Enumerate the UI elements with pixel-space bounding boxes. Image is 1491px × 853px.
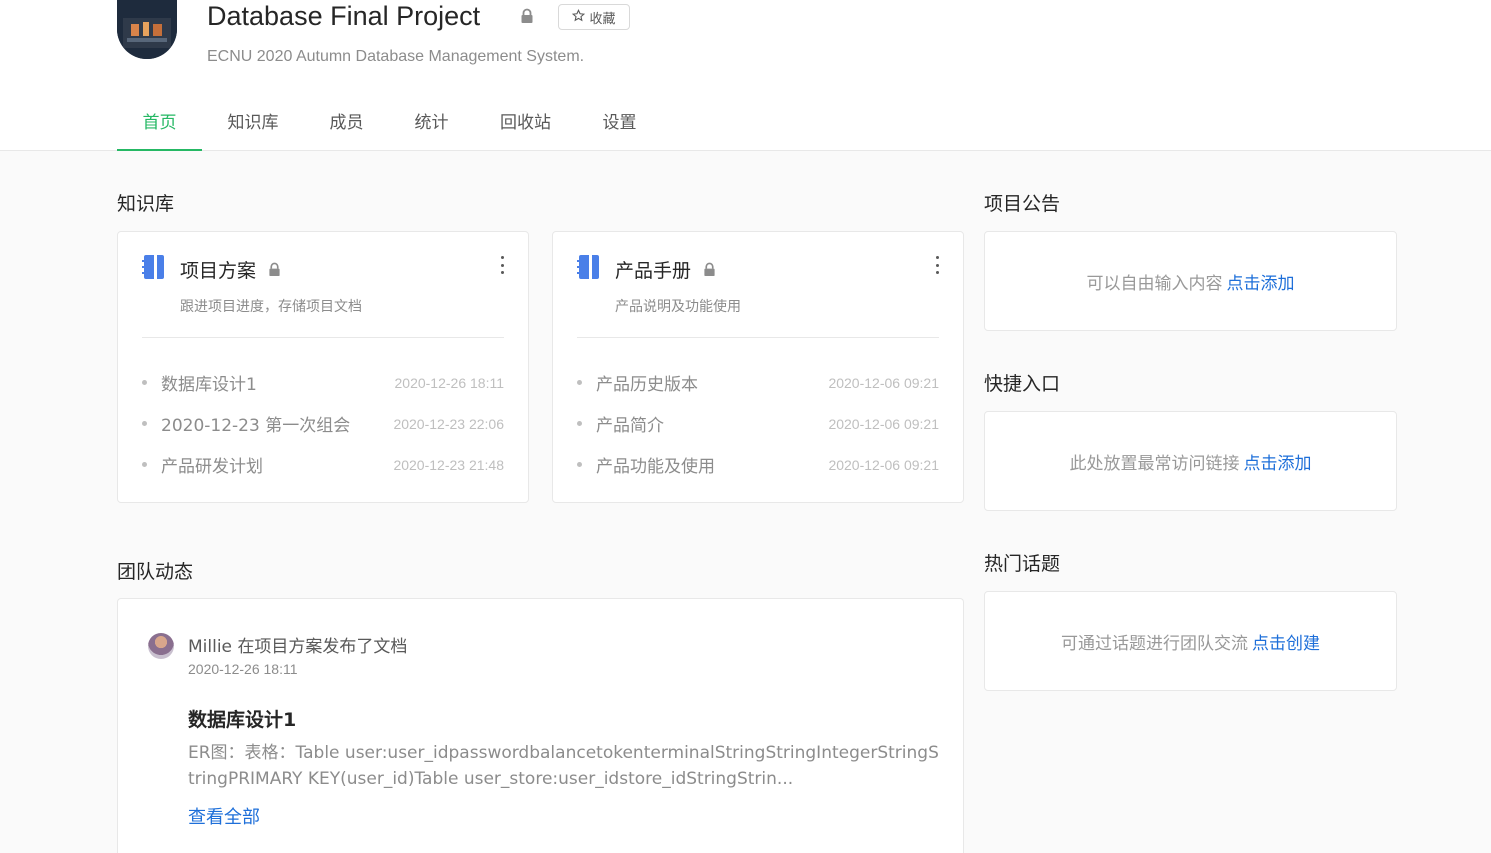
list-item[interactable]: 产品功能及使用 2020-12-06 09:21 bbox=[577, 444, 939, 485]
bullet-icon bbox=[577, 462, 582, 467]
topics-text: 可通过话题进行团队交流 bbox=[1061, 633, 1248, 654]
tab-home[interactable]: 首页 bbox=[117, 90, 202, 151]
activity-doc-title[interactable]: 数据库设计1 bbox=[188, 705, 296, 732]
tab-knowledge-base[interactable]: 知识库 bbox=[202, 90, 304, 151]
add-shortcut-link[interactable]: 点击添加 bbox=[1244, 449, 1312, 474]
more-options-icon[interactable] bbox=[933, 256, 941, 274]
book-icon bbox=[142, 254, 166, 284]
book-card[interactable]: 产品手册 产品说明及功能使用 产品历史版本 2020-12-06 09:21 产… bbox=[552, 231, 964, 503]
project-tabs: 首页 知识库 成员 统计 回收站 设置 bbox=[117, 90, 662, 151]
list-item[interactable]: 产品简介 2020-12-06 09:21 bbox=[577, 403, 939, 444]
lock-icon bbox=[268, 262, 281, 281]
star-icon bbox=[572, 8, 586, 26]
lock-icon bbox=[703, 262, 716, 281]
list-item[interactable]: 产品研发计划 2020-12-23 21:48 bbox=[142, 444, 504, 485]
doc-title[interactable]: 产品功能及使用 bbox=[596, 452, 715, 477]
activity-line: Millie 在项目方案发布了文档 bbox=[188, 632, 407, 657]
book-name[interactable]: 项目方案 bbox=[180, 256, 256, 283]
avatar[interactable] bbox=[148, 633, 174, 659]
tab-settings[interactable]: 设置 bbox=[577, 90, 662, 151]
bullet-icon bbox=[577, 380, 582, 385]
favorite-button[interactable]: 收藏 bbox=[558, 4, 630, 30]
list-item[interactable]: 2020-12-23 第一次组会 2020-12-23 22:06 bbox=[142, 403, 504, 444]
favorite-label: 收藏 bbox=[589, 11, 616, 27]
create-topic-link[interactable]: 点击创建 bbox=[1252, 629, 1320, 654]
shortcuts-heading: 快捷入口 bbox=[984, 373, 1061, 395]
divider bbox=[142, 337, 504, 338]
shortcuts-card: 此处放置最常访问链接 点击添加 bbox=[984, 411, 1397, 511]
doc-time: 2020-12-23 22:06 bbox=[393, 415, 504, 432]
doc-title[interactable]: 产品简介 bbox=[596, 411, 664, 436]
list-item[interactable]: 数据库设计1 2020-12-26 18:11 bbox=[142, 362, 504, 403]
doc-time: 2020-12-26 18:11 bbox=[394, 374, 505, 391]
activity-time: 2020-12-26 18:11 bbox=[188, 661, 298, 677]
book-icon bbox=[577, 254, 601, 284]
activity-user[interactable]: Millie bbox=[188, 637, 232, 657]
activity-card: Millie 在项目方案发布了文档 2020-12-26 18:11 数据库设计… bbox=[117, 598, 964, 853]
add-announcement-link[interactable]: 点击添加 bbox=[1227, 269, 1295, 294]
doc-title[interactable]: 2020-12-23 第一次组会 bbox=[161, 411, 350, 436]
doc-title[interactable]: 产品研发计划 bbox=[161, 452, 263, 477]
doc-list: 产品历史版本 2020-12-06 09:21 产品简介 2020-12-06 … bbox=[577, 362, 939, 485]
book-description: 跟进项目进度，存储项目文档 bbox=[180, 299, 362, 315]
doc-time: 2020-12-06 09:21 bbox=[828, 456, 939, 473]
more-options-icon[interactable] bbox=[498, 256, 506, 274]
bullet-icon bbox=[142, 462, 147, 467]
project-header: Database Final Project 收藏 ECNU 2020 Autu… bbox=[0, 0, 1491, 151]
doc-time: 2020-12-23 21:48 bbox=[393, 456, 504, 473]
topics-heading: 热门话题 bbox=[984, 553, 1061, 575]
book-name[interactable]: 产品手册 bbox=[615, 256, 691, 283]
announcement-text: 可以自由输入内容 bbox=[1086, 273, 1223, 294]
list-item[interactable]: 产品历史版本 2020-12-06 09:21 bbox=[577, 362, 939, 403]
activity-action: 在项目方案发布了文档 bbox=[237, 637, 408, 657]
announcement-heading: 项目公告 bbox=[984, 193, 1061, 215]
lock-icon bbox=[520, 8, 534, 28]
view-all-link[interactable]: 查看全部 bbox=[188, 803, 260, 829]
project-avatar bbox=[117, 0, 177, 59]
tab-recycle-bin[interactable]: 回收站 bbox=[474, 90, 577, 151]
doc-title[interactable]: 数据库设计1 bbox=[161, 370, 257, 395]
tab-members[interactable]: 成员 bbox=[304, 90, 389, 151]
topics-card: 可通过话题进行团队交流 点击创建 bbox=[984, 591, 1397, 691]
announcement-card: 可以自由输入内容 点击添加 bbox=[984, 231, 1397, 331]
divider bbox=[577, 337, 939, 338]
bullet-icon bbox=[142, 421, 147, 426]
doc-title[interactable]: 产品历史版本 bbox=[596, 370, 698, 395]
project-title: Database Final Project bbox=[207, 1, 481, 31]
bullet-icon bbox=[142, 380, 147, 385]
doc-time: 2020-12-06 09:21 bbox=[828, 374, 939, 391]
doc-list: 数据库设计1 2020-12-26 18:11 2020-12-23 第一次组会… bbox=[142, 362, 504, 485]
doc-time: 2020-12-06 09:21 bbox=[828, 415, 939, 432]
activity-excerpt: ER图：表格：Table user:user_idpasswordbalance… bbox=[188, 743, 939, 789]
bullet-icon bbox=[577, 421, 582, 426]
book-description: 产品说明及功能使用 bbox=[615, 299, 741, 315]
activity-heading: 团队动态 bbox=[117, 561, 194, 583]
book-card[interactable]: 项目方案 跟进项目进度，存储项目文档 数据库设计1 2020-12-26 18:… bbox=[117, 231, 529, 503]
shortcuts-text: 此处放置最常访问链接 bbox=[1069, 453, 1240, 474]
knowledge-base-heading: 知识库 bbox=[117, 193, 175, 215]
tab-statistics[interactable]: 统计 bbox=[389, 90, 474, 151]
project-subtitle: ECNU 2020 Autumn Database Management Sys… bbox=[207, 48, 585, 65]
